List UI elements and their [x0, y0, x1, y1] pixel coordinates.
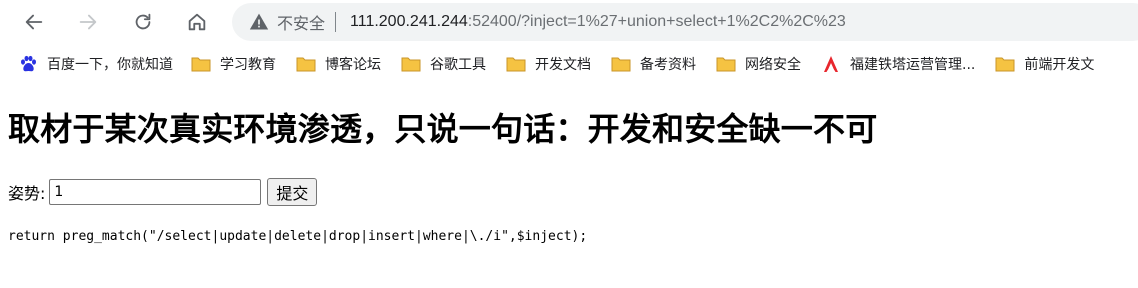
- folder-icon: [401, 55, 421, 73]
- bookmark-label: 学习教育: [220, 57, 276, 73]
- inject-form: 姿势: 提交: [8, 178, 318, 206]
- forward-button[interactable]: [72, 6, 104, 38]
- tower-logo-icon: [821, 55, 841, 73]
- folder-icon: [611, 55, 631, 73]
- bookmark-tower[interactable]: 福建铁塔运营管理...: [815, 49, 981, 79]
- bookmark-folder-google-tools[interactable]: 谷歌工具: [395, 49, 492, 79]
- bookmark-label: 福建铁塔运营管理...: [850, 57, 976, 73]
- bookmark-folder-dev-docs[interactable]: 开发文档: [500, 49, 597, 79]
- bookmark-baidu[interactable]: 百度一下，你就知道: [12, 49, 179, 79]
- address-bar[interactable]: 不安全 111.200.241.244:52400/?inject=1%27+u…: [232, 3, 1138, 41]
- folder-icon: [296, 55, 316, 73]
- bookmark-folder-frontend[interactable]: 前端开发文: [989, 49, 1100, 79]
- folder-icon: [995, 55, 1015, 73]
- bookmark-folder-security[interactable]: 网络安全: [710, 49, 807, 79]
- folder-icon: [191, 55, 211, 73]
- bookmarks-bar: 百度一下，你就知道 学习教育 博客论坛 谷歌工具 开发文档 备考资料 网络安全 …: [0, 44, 1138, 84]
- home-button[interactable]: [181, 6, 213, 38]
- home-icon: [188, 13, 206, 31]
- bookmark-label: 博客论坛: [325, 57, 381, 73]
- security-label[interactable]: 不安全: [277, 10, 325, 34]
- reload-icon: [135, 13, 151, 30]
- reload-button[interactable]: [127, 6, 159, 38]
- bookmark-label: 谷歌工具: [430, 57, 486, 73]
- bookmark-label: 前端开发文: [1024, 57, 1095, 73]
- baidu-paw-icon: [18, 55, 38, 73]
- browser-toolbar: 不安全 111.200.241.244:52400/?inject=1%27+u…: [0, 0, 1138, 44]
- page-title: 取材于某次真实环境渗透，只说一句话：开发和安全缺一不可: [8, 110, 878, 148]
- bookmark-label: 开发文档: [535, 57, 591, 73]
- source-code-line: return preg_match("/select|update|delete…: [8, 229, 588, 244]
- bookmark-folder-blog[interactable]: 博客论坛: [290, 49, 387, 79]
- inject-input[interactable]: [49, 179, 262, 205]
- url-host: 111.200.241.244: [350, 13, 468, 30]
- folder-icon: [506, 55, 526, 73]
- submit-button[interactable]: 提交: [267, 178, 318, 206]
- bookmark-label: 备考资料: [640, 57, 696, 73]
- bookmark-folder-study[interactable]: 学习教育: [185, 49, 282, 79]
- input-label: 姿势:: [8, 184, 46, 203]
- folder-icon: [716, 55, 736, 73]
- bookmark-folder-exam[interactable]: 备考资料: [605, 49, 702, 79]
- address-separator: [335, 12, 337, 32]
- warning-icon[interactable]: [249, 12, 269, 32]
- back-arrow-icon: [25, 14, 43, 30]
- bookmark-label: 百度一下，你就知道: [47, 57, 173, 73]
- back-button[interactable]: [18, 6, 50, 38]
- url-path: :52400/?inject=1%27+union+select+1%2C2%2…: [467, 13, 846, 30]
- url-text[interactable]: 111.200.241.244:52400/?inject=1%27+union…: [350, 13, 846, 31]
- forward-arrow-icon: [79, 14, 97, 30]
- bookmark-label: 网络安全: [745, 57, 801, 73]
